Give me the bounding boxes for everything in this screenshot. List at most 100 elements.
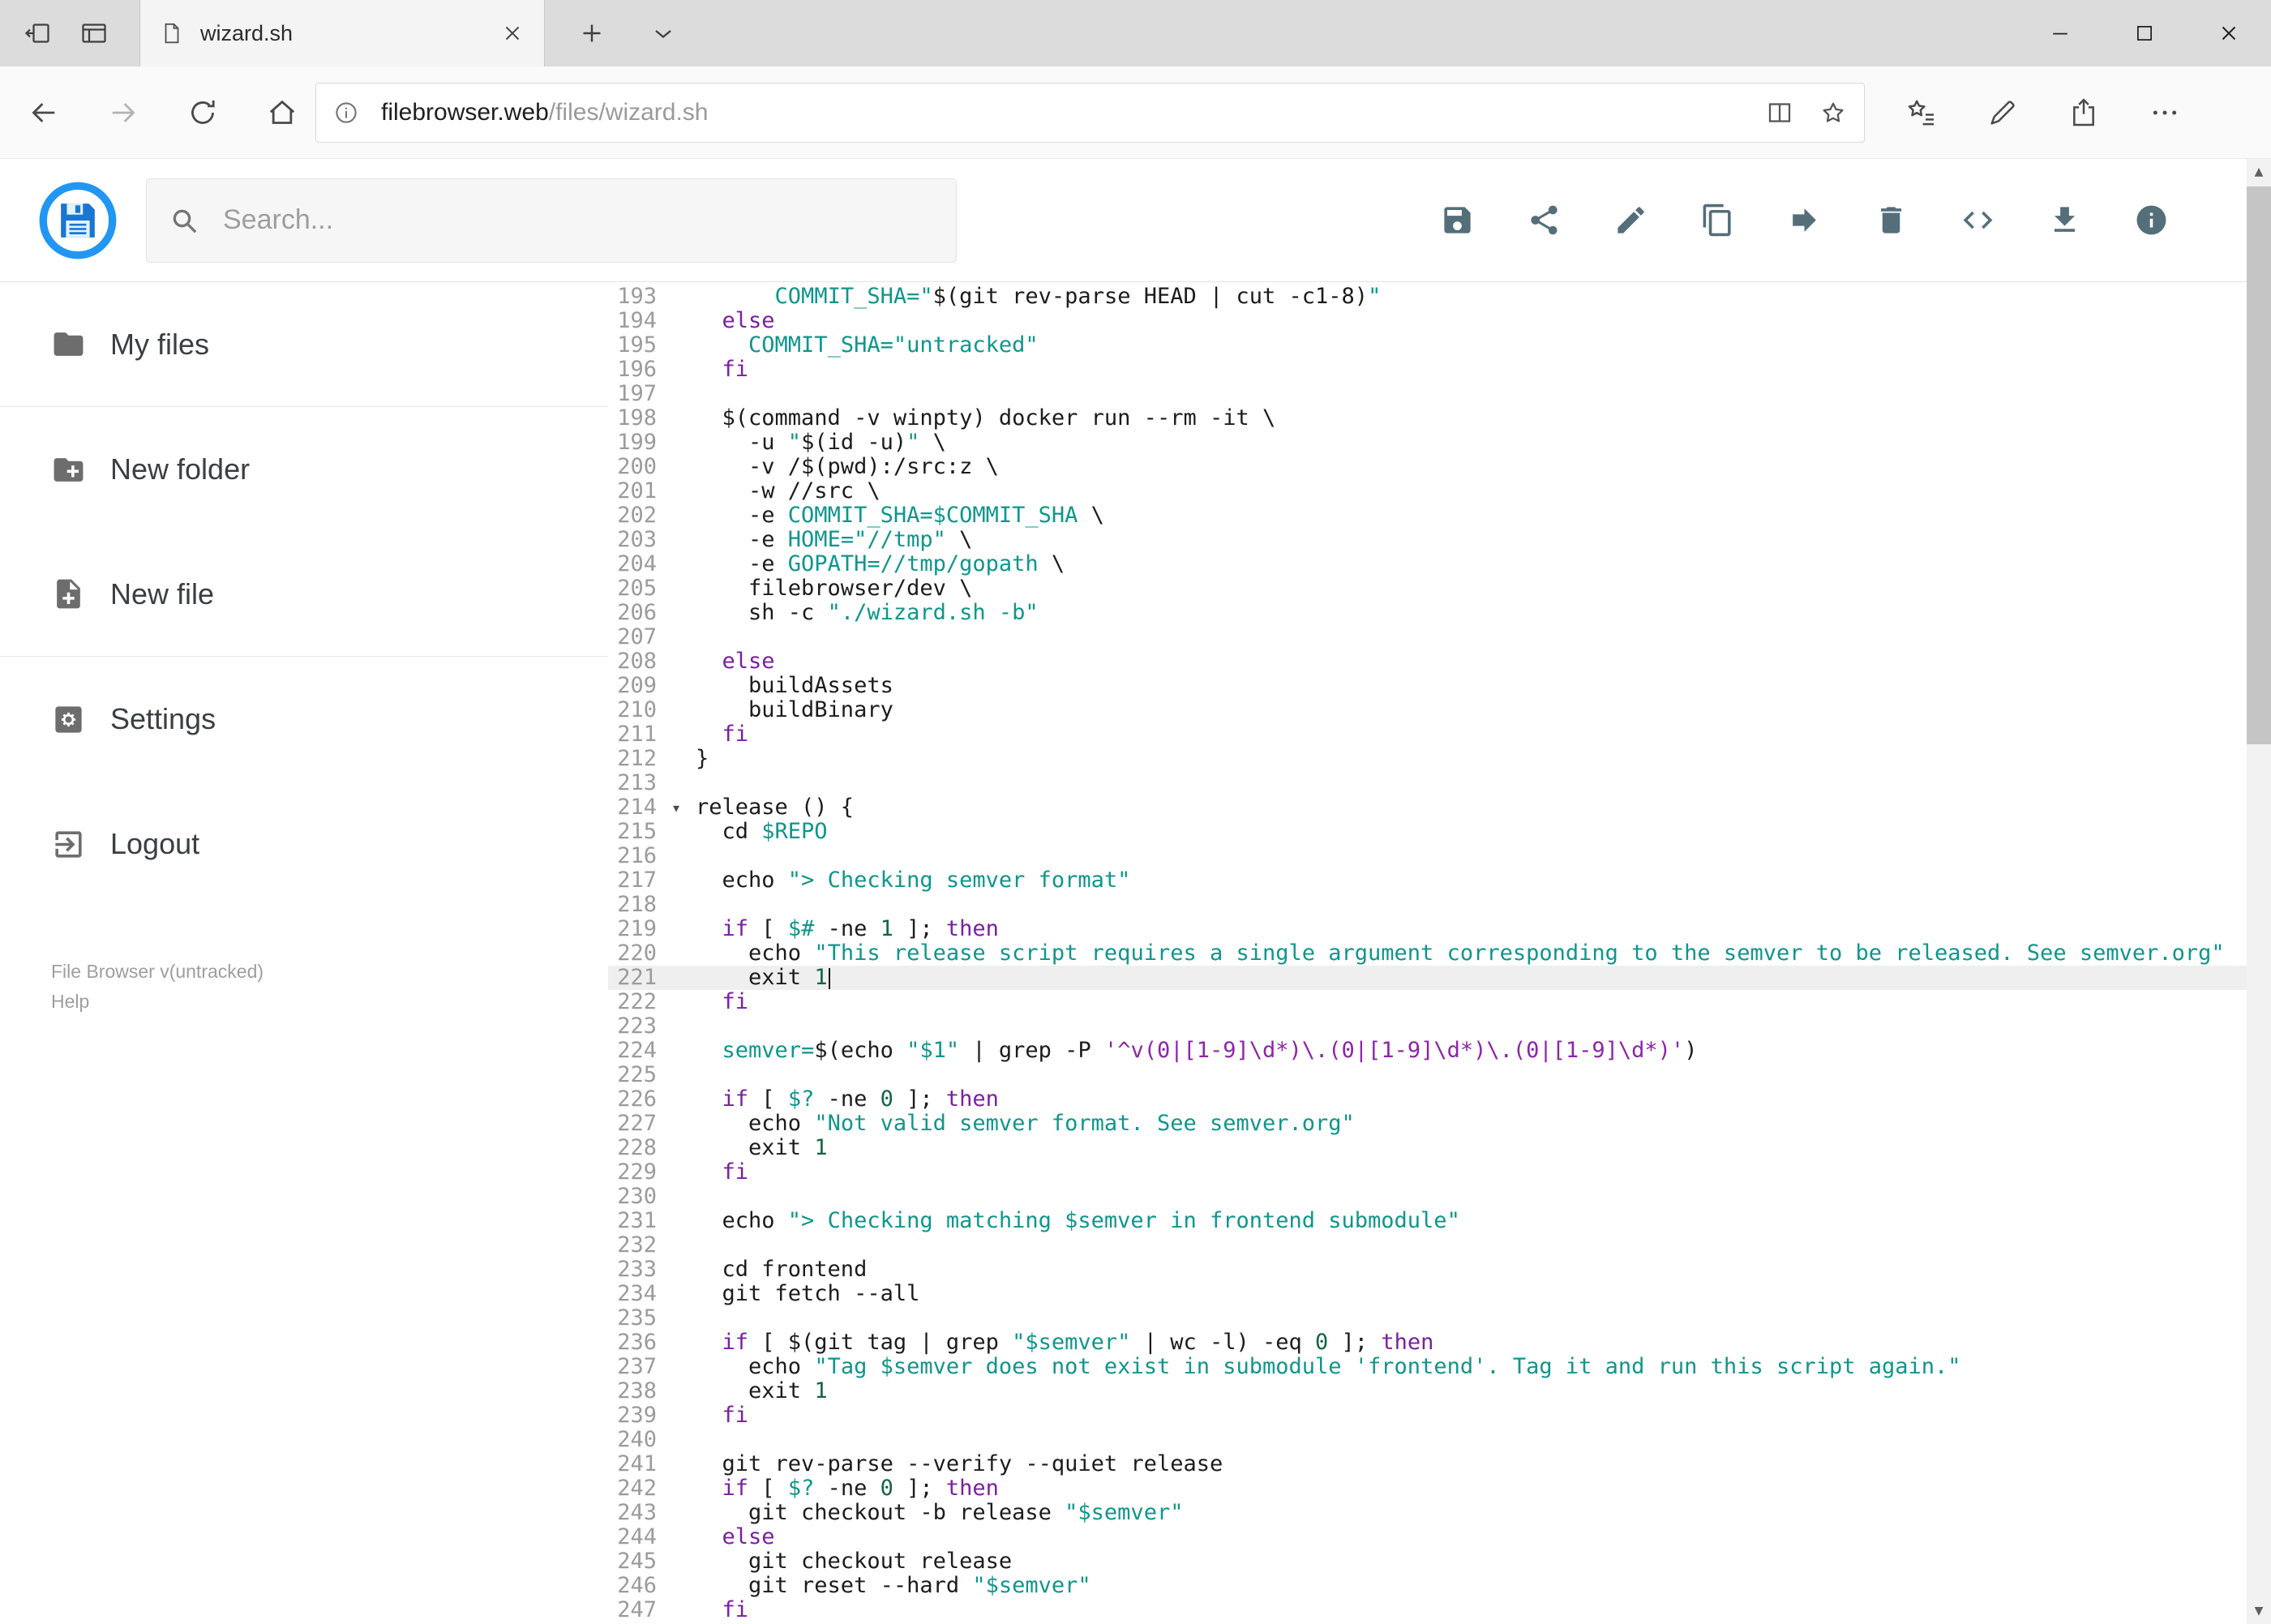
code-line: 246 git reset --hard "$semver" — [608, 1574, 2247, 1598]
site-info-icon[interactable] — [332, 99, 360, 126]
code-line: 193 COMMIT_SHA="$(git rev-parse HEAD | c… — [608, 285, 2247, 309]
line-number: 234 — [617, 1281, 657, 1306]
fold-marker-icon[interactable]: ▾ — [657, 795, 696, 820]
line-number: 233 — [617, 1257, 657, 1282]
window-close-button[interactable] — [2187, 0, 2271, 66]
line-number: 212 — [617, 746, 657, 771]
code-line: 212} — [608, 747, 2247, 771]
tab-preview-icon[interactable] — [79, 19, 109, 48]
line-number: 221 — [617, 965, 657, 990]
code-line: 225 — [608, 1063, 2247, 1087]
code-editor[interactable]: 193 COMMIT_SHA="$(git rev-parse HEAD | c… — [608, 282, 2247, 1624]
favorite-star-icon[interactable] — [1819, 98, 1848, 127]
code-line: 226 if [ $? -ne 0 ]; then — [608, 1087, 2247, 1112]
sidebar-item-new-folder[interactable]: New folder — [0, 407, 608, 532]
download-button[interactable] — [2047, 203, 2082, 238]
reading-view-icon[interactable] — [1765, 98, 1794, 127]
line-number: 209 — [617, 673, 657, 698]
code-line: 210 buildBinary — [608, 698, 2247, 722]
sidebar-item-settings[interactable]: Settings — [0, 657, 608, 782]
browser-tab[interactable]: wizard.sh — [139, 0, 545, 66]
sidebar-item-my-files[interactable]: My files — [0, 282, 608, 407]
code-line: 238 exit 1 — [608, 1379, 2247, 1403]
forward-button[interactable] — [107, 96, 139, 129]
app-header — [0, 159, 2247, 282]
scroll-up-arrow-icon[interactable]: ▲ — [2247, 159, 2271, 185]
window-controls — [2018, 0, 2271, 66]
code-line: 194 else — [608, 309, 2247, 333]
help-link[interactable]: Help — [51, 987, 264, 1017]
more-options-icon[interactable] — [2149, 96, 2181, 129]
line-number: 206 — [617, 600, 657, 625]
line-number: 210 — [617, 697, 657, 722]
line-number: 196 — [617, 357, 657, 382]
back-button[interactable] — [28, 96, 60, 129]
line-number: 195 — [617, 332, 657, 358]
code-line: 217 echo "> Checking semver format" — [608, 868, 2247, 893]
line-number: 220 — [617, 941, 657, 966]
url-host: filebrowser.web — [381, 98, 549, 126]
line-number: 247 — [617, 1597, 657, 1622]
code-line: 216 — [608, 844, 2247, 868]
code-line: 231 echo "> Checking matching $semver in… — [608, 1209, 2247, 1233]
code-line: 222 fi — [608, 990, 2247, 1014]
line-number: 223 — [617, 1013, 657, 1039]
save-button[interactable] — [1440, 203, 1475, 238]
code-line: 221 exit 1 — [608, 966, 2247, 990]
code-line: 198 $(command -v winpty) docker run --rm… — [608, 406, 2247, 431]
hub-favorites-icon[interactable] — [1905, 96, 1938, 129]
search-input[interactable] — [221, 204, 935, 237]
line-number: 207 — [617, 624, 657, 649]
code-line: 242 if [ $? -ne 0 ]; then — [608, 1476, 2247, 1501]
set-tabs-aside-icon[interactable] — [23, 19, 52, 48]
code-line: 227 echo "Not valid semver format. See s… — [608, 1112, 2247, 1136]
page-scrollbar[interactable]: ▲ ▼ — [2247, 159, 2271, 1624]
share-page-icon[interactable] — [2067, 96, 2100, 129]
line-number: 240 — [617, 1427, 657, 1452]
line-number: 241 — [617, 1451, 657, 1476]
code-line: 213 — [608, 771, 2247, 795]
home-button[interactable] — [266, 96, 298, 129]
minimize-button[interactable] — [2018, 0, 2102, 66]
code-line: 208 else — [608, 649, 2247, 674]
code-line: 209 buildAssets — [608, 674, 2247, 698]
search-box[interactable] — [146, 178, 957, 263]
code-button[interactable] — [1960, 203, 1995, 238]
sidebar: My files New folder New file Settings Logout… — [0, 282, 608, 1624]
scrollbar-thumb[interactable] — [2247, 186, 2271, 744]
sidebar-footer: File Browser v(untracked) Help — [51, 957, 264, 1017]
code-line: 199 -u "$(id -u)" \ — [608, 431, 2247, 455]
line-number: 231 — [617, 1208, 657, 1233]
code-line: 223 — [608, 1014, 2247, 1039]
new-tab-button[interactable] — [577, 19, 606, 48]
line-number: 237 — [617, 1354, 657, 1379]
sidebar-item-new-file[interactable]: New file — [0, 532, 608, 657]
scroll-down-arrow-icon[interactable]: ▼ — [2247, 1598, 2271, 1624]
code-line: 236 if [ $(git tag | grep "$semver" | wc… — [608, 1330, 2247, 1355]
line-number: 202 — [617, 503, 657, 528]
tab-list-chevron-icon[interactable] — [649, 19, 678, 48]
line-number: 204 — [617, 551, 657, 576]
web-note-pen-icon[interactable] — [1986, 96, 2019, 129]
sidebar-item-logout[interactable]: Logout — [0, 782, 608, 906]
copy-button[interactable] — [1700, 203, 1735, 238]
info-button[interactable] — [2134, 203, 2169, 238]
share-button[interactable] — [1527, 203, 1562, 238]
sidebar-items: My files New folder New file Settings Logout — [0, 282, 608, 906]
line-number: 199 — [617, 430, 657, 455]
code-line: 205 filebrowser/dev \ — [608, 576, 2247, 601]
filebrowser-logo-icon[interactable] — [37, 180, 118, 261]
tab-close-icon[interactable] — [500, 21, 525, 45]
edit-button[interactable] — [1613, 203, 1648, 238]
refresh-button[interactable] — [186, 96, 219, 129]
code-line: 245 git checkout release — [608, 1549, 2247, 1574]
delete-button[interactable] — [1874, 203, 1909, 238]
move-button[interactable] — [1787, 203, 1822, 238]
url-text[interactable]: filebrowser.web/files/wizard.sh — [381, 99, 1741, 126]
text-cursor — [828, 967, 830, 989]
address-bar[interactable]: filebrowser.web/files/wizard.sh — [315, 82, 1865, 143]
search-icon — [168, 204, 200, 237]
maximize-button[interactable] — [2102, 0, 2187, 66]
code-line: 203 -e HOME="//tmp" \ — [608, 528, 2247, 552]
line-number: 219 — [617, 916, 657, 941]
